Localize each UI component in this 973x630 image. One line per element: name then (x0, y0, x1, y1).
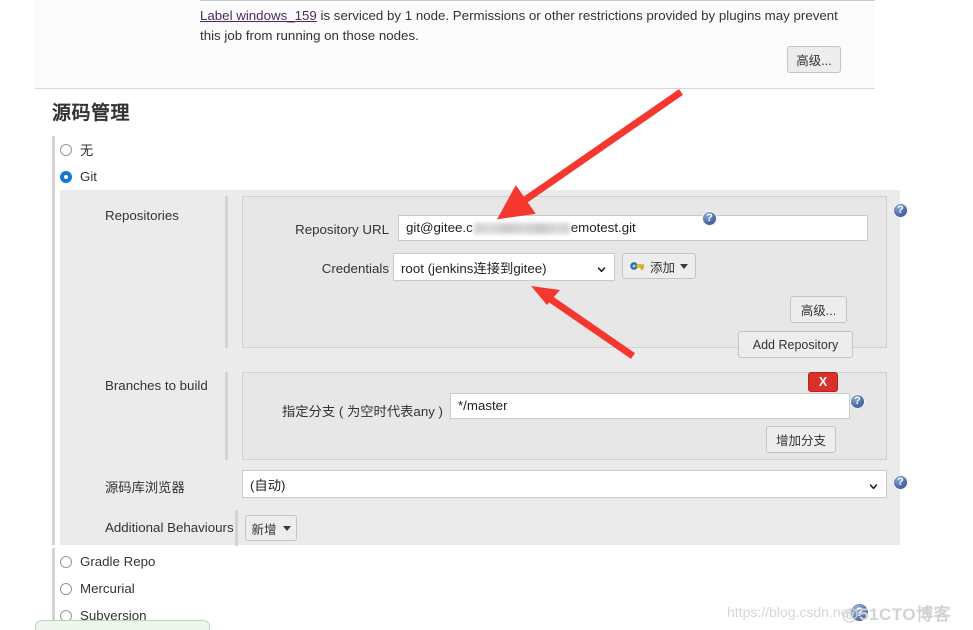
bottom-panel-peek (35, 620, 210, 630)
branch-spec-input[interactable]: */master (450, 393, 850, 419)
advanced-button-top[interactable]: 高级... (787, 46, 841, 73)
add-behaviour-label: 新增 (251, 522, 277, 537)
branch-spec-value: */master (458, 398, 508, 413)
credentials-value: root (jenkins连接到gitee) (401, 260, 547, 276)
additional-behaviours-label: Additional Behaviours (105, 520, 234, 535)
repository-url-value-prefix: git@gitee.c (406, 220, 473, 235)
chevron-down-icon-browser (869, 484, 878, 490)
repository-browser-value: (自动) (250, 477, 286, 493)
add-behaviour-button[interactable]: 新增 (245, 515, 297, 541)
key-icon (630, 262, 644, 270)
scm-radio-none-label: 无 (80, 143, 94, 158)
page-content-column: Label windows_159 is serviced by 1 node.… (35, 0, 908, 630)
branches-to-build-label: Branches to build (105, 378, 208, 393)
repositories-rule (225, 196, 228, 348)
git-config-panel: Repositories Repository URL git@gitee.c e… (52, 190, 908, 546)
repository-browser-label: 源码库浏览器 (105, 480, 185, 495)
redacted-url-segment (473, 222, 570, 234)
repository-url-input[interactable]: git@gitee.c emotest.git (398, 215, 868, 241)
screenshot-root: Label windows_159 is serviced by 1 node.… (0, 0, 973, 630)
branches-rule (225, 372, 228, 460)
repository-url-label: Repository URL (295, 222, 389, 237)
credentials-select[interactable]: root (jenkins连接到gitee) (393, 253, 615, 281)
repository-sub-panel: Repository URL git@gitee.c emotest.git Cr… (242, 196, 887, 348)
radio-mark-mercurial[interactable] (60, 582, 72, 595)
scm-radio-gradle-repo-label: Gradle Repo (80, 554, 156, 569)
page-title: 源码管理 (52, 103, 131, 124)
repositories-label: Repositories (105, 208, 179, 223)
label-link[interactable]: Label windows_159 (200, 8, 317, 23)
node-assignment-notice: Label windows_159 is serviced by 1 node.… (35, 0, 875, 88)
add-credentials-label: 添加 (650, 260, 676, 275)
caret-down-icon (680, 263, 689, 269)
scm-radio-none[interactable]: 无 (52, 136, 875, 163)
repository-browser-select[interactable]: (自动) (242, 470, 887, 498)
radio-mark-gradle-repo[interactable] (60, 555, 72, 568)
notice-top-border (200, 0, 875, 3)
scm-radio-git-label: Git (80, 169, 97, 184)
scm-radio-gradle-repo[interactable]: Gradle Repo (52, 548, 875, 575)
radio-mark-none[interactable] (60, 143, 72, 156)
watermark-51cto: @51CTO博客 (842, 605, 952, 624)
scm-radio-git[interactable]: Git (52, 163, 875, 190)
scm-radio-mercurial-label: Mercurial (80, 581, 135, 596)
git-panel-rule (52, 190, 55, 545)
scm-radio-group-top: 无 Git (52, 136, 875, 190)
radio-mark-git[interactable] (60, 170, 72, 183)
repositories-help-icon[interactable] (893, 202, 908, 218)
repository-advanced-button[interactable]: 高级... (790, 296, 847, 323)
credentials-label: Credentials (321, 261, 389, 276)
repository-url-help-icon[interactable] (702, 210, 717, 226)
delete-branch-button[interactable]: X (808, 372, 838, 392)
section-divider (35, 88, 875, 89)
repository-browser-help-icon[interactable] (893, 474, 908, 490)
repository-url-value-suffix: emotest.git (570, 220, 636, 235)
notice-text: Label windows_159 is serviced by 1 node.… (200, 6, 845, 46)
watermark-csdn: https://blog.csdn.net (727, 604, 853, 620)
caret-down-icon-behaviour (282, 525, 291, 531)
branch-spec-help-icon[interactable] (850, 393, 865, 409)
branch-spec-label: 指定分支 ( 为空时代表any ) (281, 404, 443, 419)
add-repository-button[interactable]: Add Repository (738, 331, 853, 358)
add-branch-button[interactable]: 增加分支 (766, 426, 836, 453)
add-credentials-button[interactable]: 添加 (622, 253, 697, 279)
branches-sub-panel: 指定分支 ( 为空时代表any ) */master 增加分支 (242, 372, 887, 460)
additional-behaviours-rule (235, 510, 238, 546)
scm-radio-mercurial[interactable]: Mercurial (52, 575, 875, 602)
chevron-down-icon (597, 267, 606, 273)
